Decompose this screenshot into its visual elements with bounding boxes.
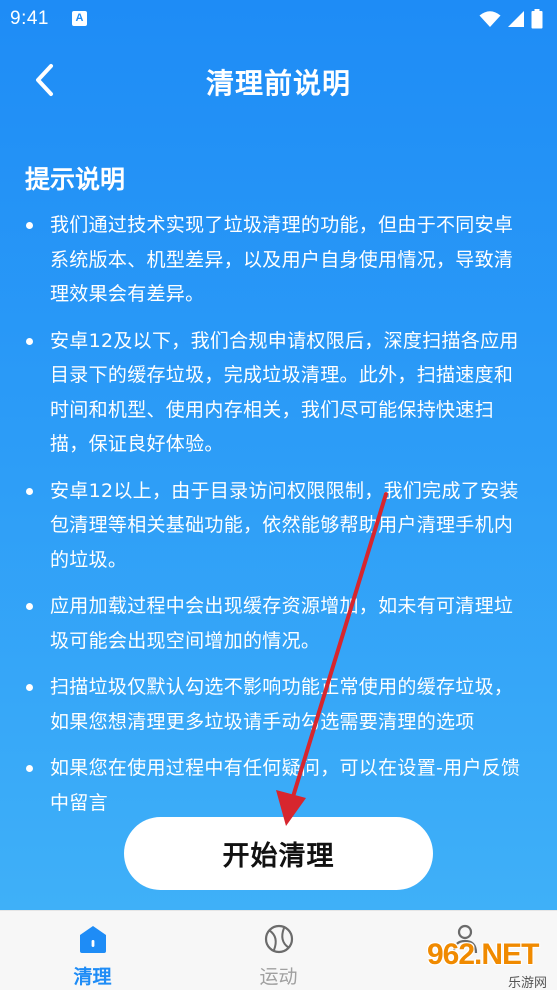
tab-clean[interactable]: 清理: [0, 911, 185, 990]
tip-item: 应用加载过程中会出现缓存资源增加，如未有可清理垃圾可能会出现空间增加的情况。: [26, 589, 532, 658]
tab-sport[interactable]: 运动: [186, 911, 371, 990]
tab-profile[interactable]: [372, 911, 557, 990]
bullet-dot: [26, 603, 33, 610]
tip-item: 安卓12及以下，我们合规申请权限后，深度扫描各应用目录下的缓存垃圾，完成垃圾清理…: [26, 324, 532, 462]
tips-list: 我们通过技术实现了垃圾清理的功能，但由于不同安卓系统版本、机型差异，以及用户自身…: [0, 208, 557, 832]
bullet-dot: [26, 337, 33, 345]
page-title: 清理前说明: [205, 67, 351, 100]
wifi-icon: [479, 11, 501, 27]
screen: 9:41 A 清理前说明 提示说明 我们通过技术实现了垃圾清理的功能，但由于不同…: [0, 0, 557, 990]
notification-a-icon: A: [72, 11, 87, 26]
start-clean-button[interactable]: 开始清理: [124, 817, 433, 890]
bullet-dot: [26, 684, 33, 691]
home-icon: [79, 926, 106, 953]
tip-text: 安卓12以上，由于目录访问权限限制，我们完成了安装包清理等相关基础功能，依然能够…: [50, 479, 519, 571]
tip-text: 扫描垃圾仅默认勾选不影响功能正常使用的缓存垃圾，如果您想清理更多垃圾请手动勾选需…: [50, 676, 514, 733]
bottom-tab-bar: 清理 运动: [0, 910, 557, 990]
status-bar: 9:41 A: [0, 0, 557, 40]
bullet-dot: [26, 222, 33, 229]
section-heading: 提示说明: [25, 165, 126, 194]
signal-icon: [508, 11, 524, 27]
profile-icon: [452, 924, 477, 954]
tip-text: 如果您在使用过程中有任何疑问，可以在设置-用户反馈中留言: [50, 757, 521, 814]
tip-text: 安卓12及以下，我们合规申请权限后，深度扫描各应用目录下的缓存垃圾，完成垃圾清理…: [50, 329, 519, 456]
ball-icon: [264, 924, 293, 954]
tip-text: 我们通过技术实现了垃圾清理的功能，但由于不同安卓系统版本、机型差异，以及用户自身…: [50, 214, 514, 305]
status-icons: [479, 9, 543, 29]
tip-item: 我们通过技术实现了垃圾清理的功能，但由于不同安卓系统版本、机型差异，以及用户自身…: [26, 208, 532, 312]
tab-clean-label: 清理: [73, 966, 112, 988]
bullet-dot: [26, 487, 33, 495]
tip-item: 扫描垃圾仅默认勾选不影响功能正常使用的缓存垃圾，如果您想清理更多垃圾请手动勾选需…: [26, 670, 532, 739]
tip-item: 安卓12以上，由于目录访问权限限制，我们完成了安装包清理等相关基础功能，依然能够…: [26, 474, 532, 578]
tab-sport-label: 运动: [259, 966, 298, 988]
battery-icon: [531, 9, 543, 29]
title-bar: 清理前说明: [0, 48, 557, 112]
tip-item: 如果您在使用过程中有任何疑问，可以在设置-用户反馈中留言: [26, 751, 532, 820]
status-time: 9:41: [10, 8, 49, 29]
tip-text: 应用加载过程中会出现缓存资源增加，如未有可清理垃圾可能会出现空间增加的情况。: [50, 595, 514, 652]
bullet-dot: [26, 765, 33, 772]
